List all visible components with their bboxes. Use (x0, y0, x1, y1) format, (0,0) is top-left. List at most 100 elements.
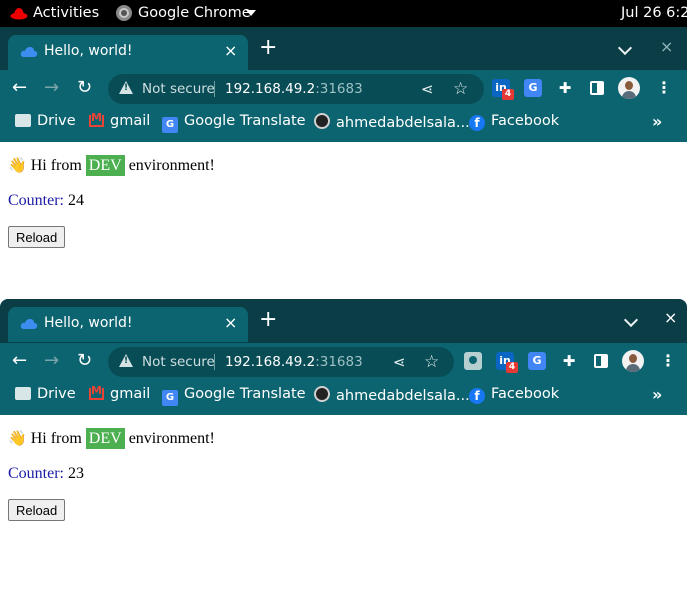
forward-arrow-icon[interactable]: → (44, 78, 59, 98)
kebab-menu-icon[interactable]: ⋮ (656, 79, 672, 97)
notification-badge: 4 (502, 89, 514, 100)
bookmark-label: Drive (37, 386, 76, 402)
waving-hand-icon: 👋 (8, 156, 27, 174)
github-icon (314, 386, 330, 402)
extensions-puzzle-icon[interactable]: ✚ (560, 352, 578, 370)
notification-badge: 4 (506, 362, 518, 373)
cloud-icon (20, 47, 38, 57)
extensions-puzzle-icon[interactable]: ✚ (556, 79, 574, 97)
github-icon (314, 113, 330, 129)
tab-close-icon[interactable]: × (224, 313, 237, 332)
profile-avatar[interactable] (622, 350, 644, 372)
url-port: :31683 (315, 81, 363, 97)
browser-toolbar: ← → ↻ Not secure 192.168.49.2:31683 ⋖ ☆ … (0, 343, 687, 379)
greeting-suffix: environment! (128, 430, 215, 447)
window-close-icon[interactable]: × (660, 37, 673, 56)
app-menu-label[interactable]: Google Chrome (138, 5, 251, 21)
bookmark-label: gmail (110, 113, 151, 129)
reload-button[interactable]: Reload (8, 499, 66, 521)
bookmark-label: ahmedabdelsala... (336, 388, 470, 404)
bookmark-star-icon[interactable]: ☆ (424, 352, 439, 372)
bookmark-gmail[interactable]: gmail (89, 384, 151, 402)
back-arrow-icon[interactable]: ← (12, 351, 27, 371)
bookmark-google-translate[interactable]: G Google Translate (162, 113, 306, 133)
new-tab-button[interactable]: + (259, 36, 277, 60)
warning-icon[interactable] (119, 81, 133, 94)
folder-icon (15, 387, 31, 400)
tab-hello-world[interactable]: Hello, world! × (8, 35, 248, 70)
reload-icon[interactable]: ↻ (77, 78, 92, 98)
share-icon[interactable]: ⋖ (421, 80, 434, 98)
redhat-logo-icon (10, 8, 28, 20)
activities-button[interactable]: Activities (33, 5, 99, 21)
tab-close-icon[interactable]: × (224, 41, 237, 60)
bookmark-facebook[interactable]: f Facebook (469, 386, 559, 404)
forward-arrow-icon[interactable]: → (44, 351, 59, 371)
security-label[interactable]: Not secure (142, 354, 215, 370)
bookmark-github[interactable]: ahmedabdelsala... (314, 386, 470, 404)
url-text[interactable]: 192.168.49.2:31683 (225, 81, 363, 97)
share-icon[interactable]: ⋖ (393, 353, 406, 371)
bookmark-gmail[interactable]: gmail (89, 111, 151, 129)
chrome-icon (116, 5, 132, 21)
side-panel-icon[interactable] (594, 354, 608, 368)
tab-search-chevron-icon[interactable] (623, 312, 639, 328)
chevron-down-icon[interactable] (246, 10, 256, 16)
linkedin-extension-icon[interactable]: in 4 (492, 79, 514, 100)
url-text[interactable]: 192.168.49.2:31683 (225, 354, 363, 370)
address-bar[interactable]: Not secure 192.168.49.2:31683 ⋖ ☆ (108, 74, 484, 104)
page-content: 👋 Hi from DEV environment! Counter: 24 R… (0, 142, 687, 297)
tab-title: Hello, world! (44, 43, 133, 59)
counter-label: Counter: (8, 465, 64, 482)
browser-window-1: Hello, world! × + × ← → ↻ Not secure 192… (0, 27, 687, 297)
camera-icon[interactable] (464, 352, 482, 370)
security-label[interactable]: Not secure (142, 81, 215, 97)
reload-button[interactable]: Reload (8, 226, 66, 248)
browser-toolbar: ← → ↻ Not secure 192.168.49.2:31683 ⋖ ☆ … (0, 70, 687, 106)
bookmark-github[interactable]: ahmedabdelsala... (314, 113, 470, 131)
bookmark-drive[interactable]: Drive (15, 113, 76, 129)
google-translate-extension-icon[interactable]: G (524, 79, 542, 97)
warning-icon[interactable] (119, 354, 133, 367)
environment-badge: DEV (85, 155, 125, 176)
divider (214, 81, 215, 97)
bookmark-google-translate[interactable]: G Google Translate (162, 386, 306, 406)
greeting: 👋 Hi from DEV environment! (8, 155, 215, 176)
bookmark-label: gmail (110, 386, 151, 402)
bookmarks-overflow-icon[interactable]: » (652, 112, 662, 131)
kebab-menu-icon[interactable]: ⋮ (660, 352, 676, 370)
google-translate-extension-icon[interactable]: G (528, 352, 546, 370)
page-content: 👋 Hi from DEV environment! Counter: 23 R… (0, 415, 687, 597)
address-bar[interactable]: Not secure 192.168.49.2:31683 ⋖ ☆ (108, 347, 454, 377)
bookmark-facebook[interactable]: f Facebook (469, 113, 559, 131)
counter-label: Counter: (8, 192, 64, 209)
clock[interactable]: Jul 26 6:2 (621, 5, 687, 21)
profile-avatar[interactable] (618, 77, 640, 99)
new-tab-button[interactable]: + (259, 308, 277, 332)
gmail-icon (89, 111, 104, 127)
tab-search-chevron-icon[interactable] (617, 40, 633, 56)
greeting-text: Hi from (30, 157, 82, 174)
side-panel-icon[interactable] (590, 81, 604, 95)
bookmark-label: Drive (37, 113, 76, 129)
greeting-text: Hi from (30, 430, 82, 447)
reload-icon[interactable]: ↻ (77, 351, 92, 371)
window-close-icon[interactable]: × (664, 308, 677, 327)
tab-hello-world[interactable]: Hello, world! × (8, 307, 248, 342)
back-arrow-icon[interactable]: ← (12, 78, 27, 98)
bookmarks-bar: Drive gmail G Google Translate ahmedabdel… (0, 379, 687, 415)
url-port: :31683 (315, 354, 363, 370)
bookmark-star-icon[interactable]: ☆ (453, 79, 468, 99)
url-host: 192.168.49.2 (225, 81, 316, 97)
facebook-icon: f (469, 388, 485, 404)
bookmark-drive[interactable]: Drive (15, 386, 76, 402)
tab-title: Hello, world! (44, 315, 133, 331)
linkedin-extension-icon[interactable]: in 4 (496, 352, 518, 373)
bookmarks-overflow-icon[interactable]: » (652, 385, 662, 404)
browser-window-2: Hello, world! × + × ← → ↻ Not secure 192… (0, 299, 687, 597)
bookmark-label: Facebook (491, 113, 560, 129)
counter-value: 24 (68, 192, 84, 209)
divider (214, 354, 215, 370)
environment-badge: DEV (85, 428, 125, 449)
waving-hand-icon: 👋 (8, 429, 27, 447)
